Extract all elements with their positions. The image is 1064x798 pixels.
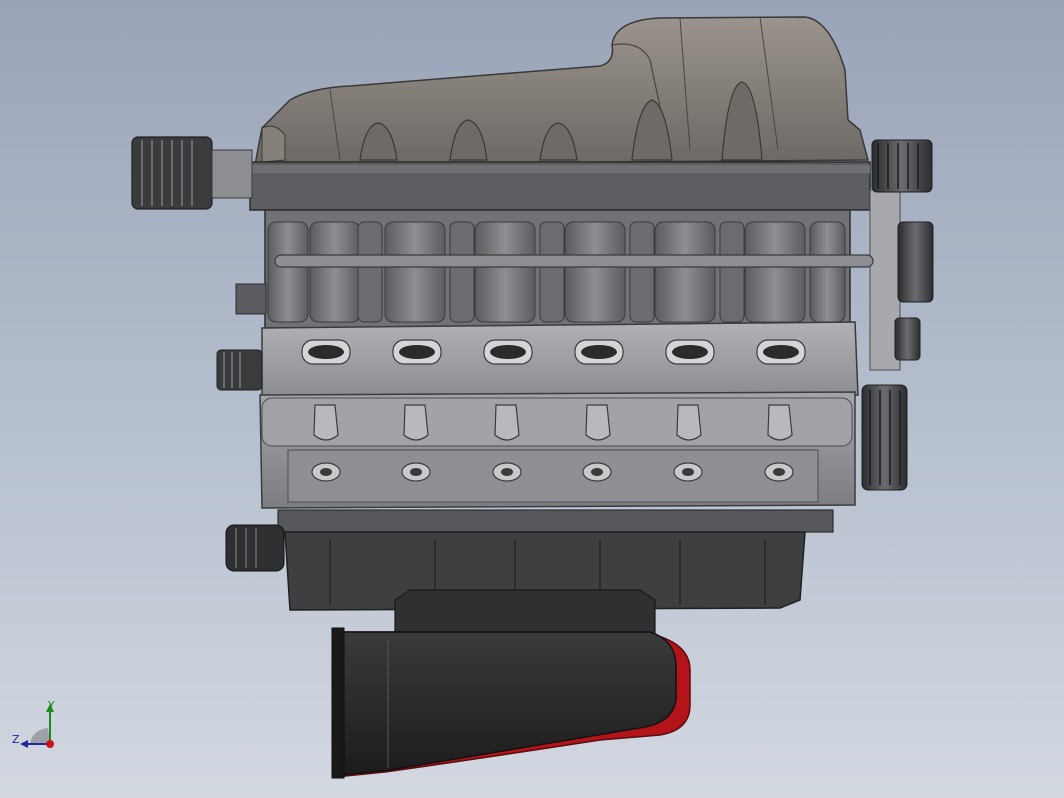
view-orientation-triad[interactable]: Y Z — [8, 698, 78, 758]
triad-y-label: Y — [48, 699, 55, 712]
graphics-viewport[interactable]: Y Z — [0, 0, 1064, 798]
intake-plenum[interactable] — [254, 16, 869, 166]
intake-runners[interactable] — [264, 209, 874, 329]
engine-block[interactable] — [259, 391, 856, 509]
cylinder-head[interactable] — [261, 321, 859, 399]
triad-z-label: Z — [12, 733, 20, 746]
triad-axes-icon — [20, 704, 54, 748]
engine-model[interactable] — [0, 0, 1064, 798]
intake-duct[interactable] — [331, 627, 691, 779]
oil-sump[interactable] — [277, 509, 834, 649]
